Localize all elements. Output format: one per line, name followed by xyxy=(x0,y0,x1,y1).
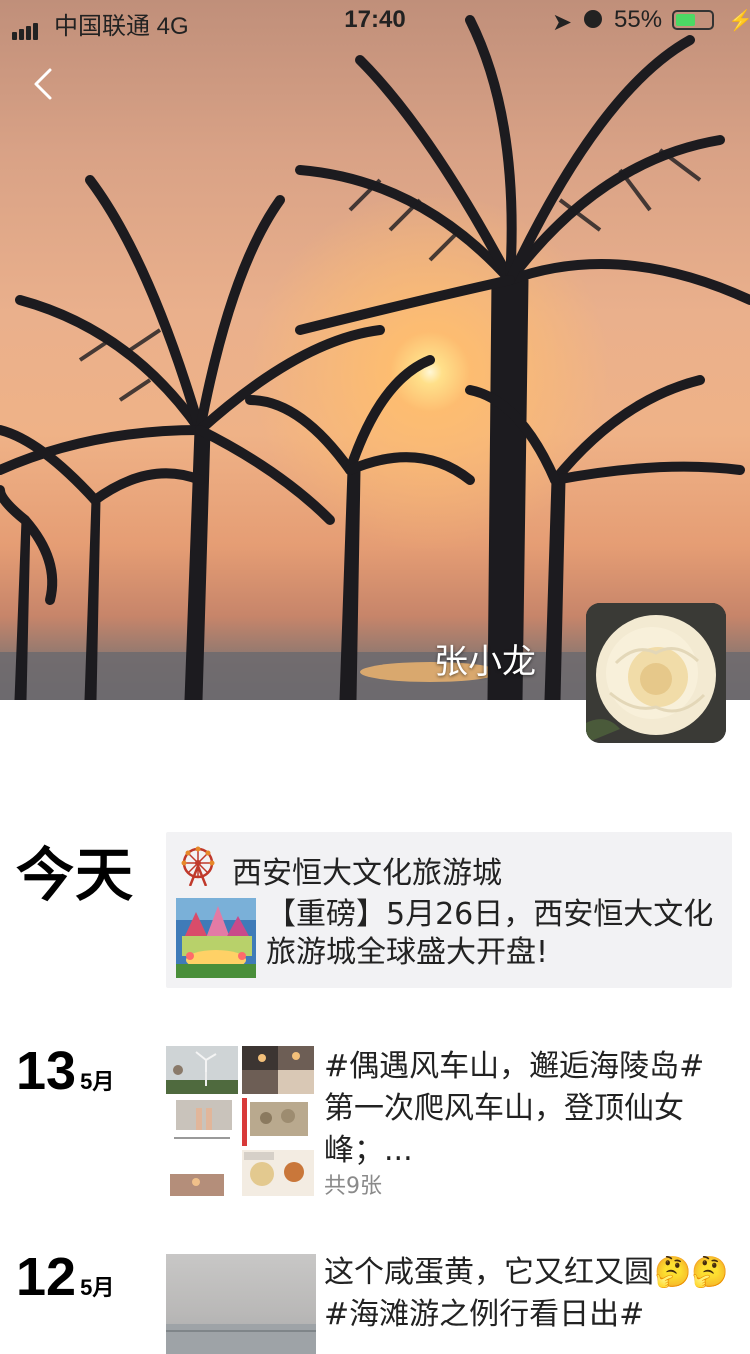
date-label-12: 12 5月 xyxy=(16,1246,114,1308)
post-text[interactable]: #偶遇风车山，邂逅海陵岛#第一次爬风车山，登顶仙女峰；... xyxy=(324,1046,734,1172)
theme-park-image xyxy=(176,898,256,978)
back-button[interactable] xyxy=(22,60,66,108)
date-label-today: 今天 xyxy=(16,843,135,908)
grid-photo-sunset-1[interactable] xyxy=(242,1046,314,1094)
date-month: 5月 xyxy=(80,1275,115,1300)
date-label-13: 13 5月 xyxy=(16,1040,114,1102)
grid-photo-sea[interactable] xyxy=(166,1150,238,1196)
ferris-wheel-icon xyxy=(181,846,215,886)
alarm-clock-icon xyxy=(584,10,602,28)
post-photo-hazy-sea[interactable] xyxy=(166,1254,316,1354)
share-source-name: 西安恒大文化旅游城 xyxy=(232,856,502,891)
charging-bolt-icon: ⚡ xyxy=(728,10,750,32)
location-arrow-icon: ➤ xyxy=(552,9,573,36)
share-article-title: 【重磅】5月26日，西安恒大文化旅游城全球盛大开盘! xyxy=(266,897,714,970)
rose-avatar-image xyxy=(586,603,726,743)
share-thumbnail xyxy=(176,898,256,978)
grid-photo-rocks[interactable] xyxy=(242,1098,314,1146)
avatar[interactable] xyxy=(586,603,726,743)
photo-count: 共9张 xyxy=(324,1174,382,1199)
cover-photo[interactable] xyxy=(0,0,750,700)
grid-photo-legs[interactable] xyxy=(166,1098,238,1146)
photo-grid[interactable] xyxy=(166,1046,316,1196)
battery-fill xyxy=(676,14,695,26)
grid-photo-food[interactable] xyxy=(242,1150,314,1196)
date-day: 13 xyxy=(16,1041,77,1101)
battery-percent: 55% xyxy=(614,6,663,33)
palm-trees-silhouette xyxy=(0,15,750,700)
grid-photo-windmill[interactable] xyxy=(166,1046,238,1094)
date-month: 5月 xyxy=(80,1069,115,1094)
status-bar: 中国联通 4G 17:40 ➤ 55% ⚡ xyxy=(0,0,750,40)
shared-article-card[interactable]: 西安恒大文化旅游城 【重磅】5月26日，西安恒大文化旅游城全球盛大开盘! xyxy=(166,832,732,988)
chevron-left-icon xyxy=(34,68,52,100)
date-day: 12 xyxy=(16,1247,77,1307)
profile-user-name[interactable]: 张小龙 xyxy=(400,634,570,683)
post-text[interactable]: 这个咸蛋黄，它又红又圆🤔🤔#海滩游之例行看日出# xyxy=(324,1252,734,1336)
battery-icon xyxy=(672,10,714,30)
